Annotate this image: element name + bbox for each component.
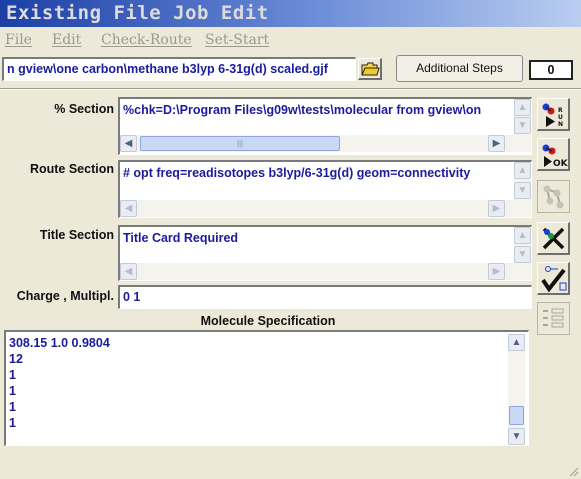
scroll-left-button[interactable]: ◀ — [120, 263, 137, 280]
link0-section-text: %chk=D:\Program Files\g09w\tests\molecul… — [123, 103, 482, 117]
svg-text:OK: OK — [553, 159, 569, 169]
scroll-down-button[interactable]: ▼ — [508, 428, 525, 445]
folder-icon — [361, 62, 380, 76]
link0-section-label: % Section — [54, 102, 114, 116]
resize-grip-icon[interactable] — [567, 465, 579, 477]
scroll-down-button[interactable]: ▼ — [514, 182, 531, 199]
scroll-up-button[interactable]: ▲ — [514, 227, 531, 244]
title-section-label: Title Section — [39, 228, 114, 242]
route-section-field[interactable]: # opt freq=readisotopes b3lyp/6-31g(d) g… — [118, 160, 532, 218]
menu-file[interactable]: File — [5, 32, 32, 48]
ok-icon: OK — [542, 144, 569, 169]
menu-edit[interactable]: Edit — [52, 32, 81, 48]
scroll-thumb[interactable]: ||| — [140, 136, 340, 151]
route-section-label: Route Section — [29, 162, 114, 176]
scroll-down-button[interactable]: ▼ — [514, 117, 531, 134]
route-vscrollbar[interactable]: ▲ ▼ — [514, 162, 531, 200]
charge-multiplicity-field[interactable]: 0 1 — [118, 285, 532, 309]
molecule-spec-text: 308.15 1.0 0.9804 12 1 1 1 1 — [9, 335, 110, 431]
separator — [0, 88, 581, 90]
ok-button[interactable]: OK — [537, 138, 570, 171]
scroll-thumb[interactable] — [509, 406, 524, 425]
molecule-line: 1 — [9, 400, 16, 414]
molecule-button[interactable] — [537, 180, 570, 213]
molecule-line: 1 — [9, 368, 16, 382]
title-section-text: Title Card Required — [123, 231, 239, 245]
check-button[interactable] — [537, 262, 570, 295]
list-button[interactable] — [537, 302, 570, 335]
run-button[interactable]: R U N — [537, 98, 570, 131]
scroll-up-button[interactable]: ▲ — [514, 162, 531, 179]
svg-text:U: U — [558, 114, 563, 121]
molecule-line: 1 — [9, 416, 16, 430]
link0-section-field[interactable]: %chk=D:\Program Files\g09w\tests\molecul… — [118, 97, 532, 155]
scroll-up-button[interactable]: ▲ — [514, 99, 531, 116]
molecule-line: 1 — [9, 384, 16, 398]
menu-check-route[interactable]: Check-Route — [101, 32, 192, 48]
svg-text:N: N — [558, 121, 563, 128]
open-file-button[interactable] — [358, 58, 382, 80]
scroll-down-button[interactable]: ▼ — [514, 246, 531, 263]
scroll-left-button[interactable]: ◀ — [120, 135, 137, 152]
title-bar: Existing File Job Edit — [0, 0, 581, 27]
molecule-vscrollbar[interactable]: ▲ ▼ — [508, 334, 525, 445]
link0-vscrollbar[interactable]: ▲ ▼ — [514, 99, 531, 135]
scroll-left-button[interactable]: ◀ — [120, 200, 137, 217]
cancel-button[interactable] — [537, 222, 570, 255]
charge-multiplicity-text: 0 1 — [123, 290, 141, 304]
cancel-icon — [542, 227, 565, 250]
title-hscrollbar[interactable]: ◀ ▶ — [120, 263, 531, 280]
molecule-line: 12 — [9, 352, 23, 366]
route-section-text: # opt freq=readisotopes b3lyp/6-31g(d) g… — [123, 166, 471, 180]
charge-multiplicity-label: Charge , Multipl. — [16, 289, 114, 303]
step-counter: 0 — [529, 60, 573, 80]
scroll-right-button[interactable]: ▶ — [488, 135, 505, 152]
menu-bar: File Edit Check-Route Set-Start — [0, 30, 581, 52]
molecule-spec-heading: Molecule Specification — [200, 314, 336, 328]
route-hscrollbar[interactable]: ◀ ▶ — [120, 200, 531, 217]
svg-text:R: R — [558, 107, 563, 114]
molecule-disabled-icon — [543, 185, 564, 209]
window-title: Existing File Job Edit — [6, 2, 269, 24]
link0-hscrollbar[interactable]: ◀ ||| ▶ — [120, 135, 531, 152]
run-icon: R U N — [542, 103, 563, 128]
scroll-right-button[interactable]: ▶ — [488, 263, 505, 280]
list-disabled-icon — [543, 308, 564, 328]
additional-steps-button[interactable]: Additional Steps — [396, 55, 523, 82]
scroll-right-button[interactable]: ▶ — [488, 200, 505, 217]
title-section-field[interactable]: Title Card Required ◀ ▶ ▲ ▼ — [118, 225, 532, 281]
scroll-up-button[interactable]: ▲ — [508, 334, 525, 351]
file-path-text: n gview\one carbon\methane b3lyp 6-31g(d… — [7, 62, 328, 76]
check-icon — [541, 266, 567, 293]
file-path-field[interactable]: n gview\one carbon\methane b3lyp 6-31g(d… — [2, 57, 356, 81]
molecule-spec-field[interactable]: 308.15 1.0 0.9804 12 1 1 1 1 ▲ ▼ — [4, 330, 529, 446]
menu-set-start[interactable]: Set-Start — [205, 32, 269, 48]
title-vscrollbar[interactable]: ▲ ▼ — [514, 227, 531, 263]
molecule-line: 308.15 1.0 0.9804 — [9, 336, 110, 350]
